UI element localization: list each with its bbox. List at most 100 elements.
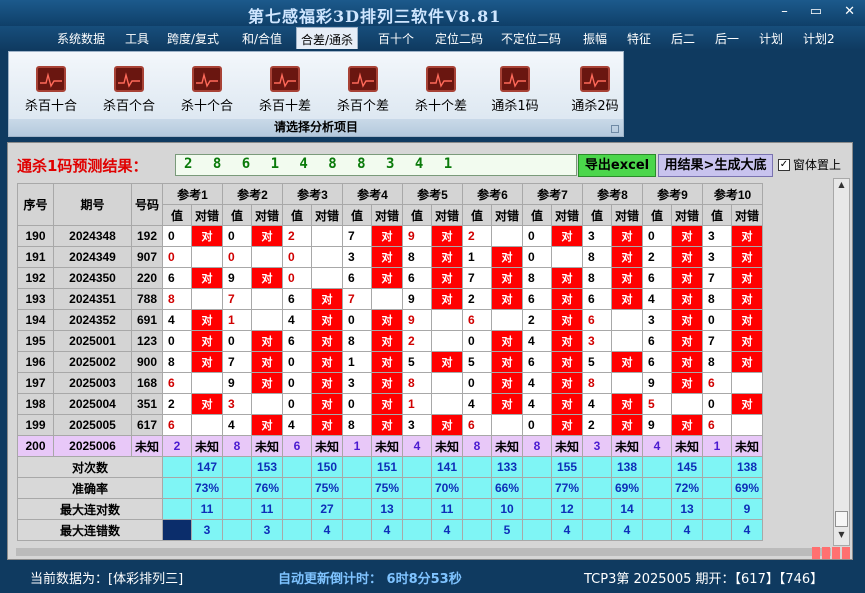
result-panel: 通杀1码预测结果： 2 8 6 1 4 8 8 3 4 1 导出excel 用结… bbox=[7, 142, 853, 560]
row-value: 9 bbox=[222, 267, 252, 289]
row-value: 2 bbox=[462, 225, 492, 247]
minimize-icon[interactable]: – bbox=[781, 4, 788, 19]
ribbon-button-label: 杀十个合 bbox=[180, 99, 233, 114]
stats-blank bbox=[642, 498, 672, 520]
row-result bbox=[311, 246, 343, 268]
countdown-label: 自动更新倒计时： 6时8分53秒 bbox=[278, 572, 462, 587]
subheader-value: 值 bbox=[642, 204, 672, 226]
generate-base-button[interactable]: 用结果>生成大底 bbox=[658, 154, 773, 177]
stats-value: 151 bbox=[371, 456, 403, 478]
stats-value: 14 bbox=[611, 498, 643, 520]
stats-value: 27 bbox=[311, 498, 343, 520]
stats-blank bbox=[342, 456, 372, 478]
ribbon-button[interactable]: 杀百十合 bbox=[11, 66, 91, 114]
row-result: 对 bbox=[671, 288, 703, 310]
row-result bbox=[251, 288, 283, 310]
stats-blank bbox=[642, 477, 672, 499]
menu-item[interactable]: 百十个 bbox=[378, 30, 414, 47]
row-value: 0 bbox=[342, 393, 372, 415]
row-result: 对 bbox=[491, 351, 523, 373]
scroll-up-icon[interactable]: ▲ bbox=[835, 180, 848, 194]
header-seq: 序号 bbox=[17, 183, 54, 226]
menu-item[interactable]: 特征 bbox=[627, 30, 651, 47]
row-result: 对 bbox=[731, 288, 763, 310]
ribbon-button-label: 杀十个差 bbox=[414, 99, 467, 114]
menu-item[interactable]: 振幅 bbox=[583, 30, 607, 47]
stats-value: 73% bbox=[191, 477, 223, 499]
row-result: 对 bbox=[671, 414, 703, 436]
menu-item[interactable]: 工具 bbox=[125, 30, 149, 47]
menu-item[interactable]: 定位二码 bbox=[435, 30, 483, 47]
row-value: 0 bbox=[222, 246, 252, 268]
scrollbar-thumb[interactable] bbox=[835, 511, 848, 527]
row-seq: 190 bbox=[17, 225, 54, 247]
row-number: 788 bbox=[131, 288, 163, 310]
row-result bbox=[551, 246, 583, 268]
row-result: 对 bbox=[611, 414, 643, 436]
menu-item[interactable]: 系统数据 bbox=[57, 30, 105, 47]
row-number: 未知 bbox=[131, 435, 163, 457]
prediction-value: 8 bbox=[222, 435, 252, 457]
prediction-result-field[interactable]: 2 8 6 1 4 8 8 3 4 1 bbox=[175, 154, 577, 176]
row-result: 对 bbox=[191, 309, 223, 331]
menu-item[interactable]: 后二 bbox=[671, 30, 695, 47]
maximize-icon[interactable]: ▭ bbox=[810, 4, 822, 19]
horizontal-scrollbar[interactable] bbox=[16, 548, 831, 556]
row-value: 4 bbox=[522, 393, 552, 415]
row-value: 3 bbox=[222, 393, 252, 415]
row-result: 对 bbox=[491, 330, 523, 352]
row-value: 6 bbox=[462, 309, 492, 331]
checkbox-check-icon[interactable]: ✓ bbox=[778, 158, 790, 171]
menu-item[interactable]: 不定位二码 bbox=[501, 30, 561, 47]
chart-icon bbox=[500, 66, 530, 92]
row-value: 8 bbox=[342, 330, 372, 352]
subheader-result: 对错 bbox=[491, 204, 523, 226]
row-result bbox=[431, 309, 463, 331]
row-result: 对 bbox=[371, 330, 403, 352]
menu-item[interactable]: 合差/通杀 bbox=[296, 27, 359, 49]
menu-item[interactable]: 和/合值 bbox=[242, 30, 282, 47]
close-icon[interactable]: ✕ bbox=[844, 4, 855, 19]
ribbon-button[interactable]: 杀十个合 bbox=[167, 66, 247, 114]
row-value: 3 bbox=[582, 330, 612, 352]
ribbon-button[interactable]: 杀百十差 bbox=[245, 66, 325, 114]
stats-value: 3 bbox=[251, 519, 283, 541]
row-result: 对 bbox=[251, 267, 283, 289]
stats-value: 138 bbox=[731, 456, 763, 478]
row-value: 0 bbox=[222, 225, 252, 247]
stats-blank bbox=[162, 519, 192, 541]
row-value: 1 bbox=[222, 309, 252, 331]
row-result: 对 bbox=[431, 288, 463, 310]
row-result bbox=[311, 267, 343, 289]
row-result: 对 bbox=[251, 414, 283, 436]
prediction-result: 未知 bbox=[191, 435, 223, 457]
ribbon-button[interactable]: 杀十个差 bbox=[401, 66, 481, 114]
menu-item[interactable]: 跨度/复式 bbox=[167, 30, 219, 47]
row-value: 6 bbox=[162, 372, 192, 394]
header-ref: 参考5 bbox=[402, 183, 463, 205]
header-period: 期号 bbox=[53, 183, 132, 226]
ribbon-button[interactable]: 杀百个合 bbox=[89, 66, 169, 114]
row-result: 对 bbox=[311, 393, 343, 415]
row-result: 对 bbox=[731, 330, 763, 352]
menu-item[interactable]: 后一 bbox=[715, 30, 739, 47]
menu-item[interactable]: 计划2 bbox=[803, 30, 835, 47]
row-value: 6 bbox=[282, 330, 312, 352]
stats-value: 72% bbox=[671, 477, 703, 499]
export-excel-button[interactable]: 导出excel bbox=[578, 154, 656, 177]
row-result: 对 bbox=[371, 414, 403, 436]
ribbon-button[interactable]: 杀百个差 bbox=[323, 66, 403, 114]
menu-item[interactable]: 计划 bbox=[759, 30, 783, 47]
ribbon-button[interactable]: 通杀2码 bbox=[555, 66, 635, 114]
table-row: 197 2025003 168 6 9 对 0 对 3 对 8 0 对 4 对 8 9 对 6 bbox=[17, 372, 763, 394]
topmost-checkbox[interactable]: ✓ 窗体置上 bbox=[778, 156, 841, 173]
scroll-down-icon[interactable]: ▼ bbox=[835, 530, 848, 544]
subheader-value: 值 bbox=[582, 204, 612, 226]
ribbon-button[interactable]: 通杀1码 bbox=[475, 66, 555, 114]
row-value: 7 bbox=[222, 288, 252, 310]
ribbon-expand-icon[interactable] bbox=[611, 125, 619, 133]
row-result bbox=[251, 309, 283, 331]
menu-bar: 系统数据 工具 跨度/复式 和/合值 合差/通杀 百十个 定位二码 不定位二码 振幅 特征 后二 后一… bbox=[0, 26, 865, 50]
header-ref: 参考7 bbox=[522, 183, 583, 205]
vertical-scrollbar[interactable]: ▲ ▼ bbox=[833, 178, 850, 546]
